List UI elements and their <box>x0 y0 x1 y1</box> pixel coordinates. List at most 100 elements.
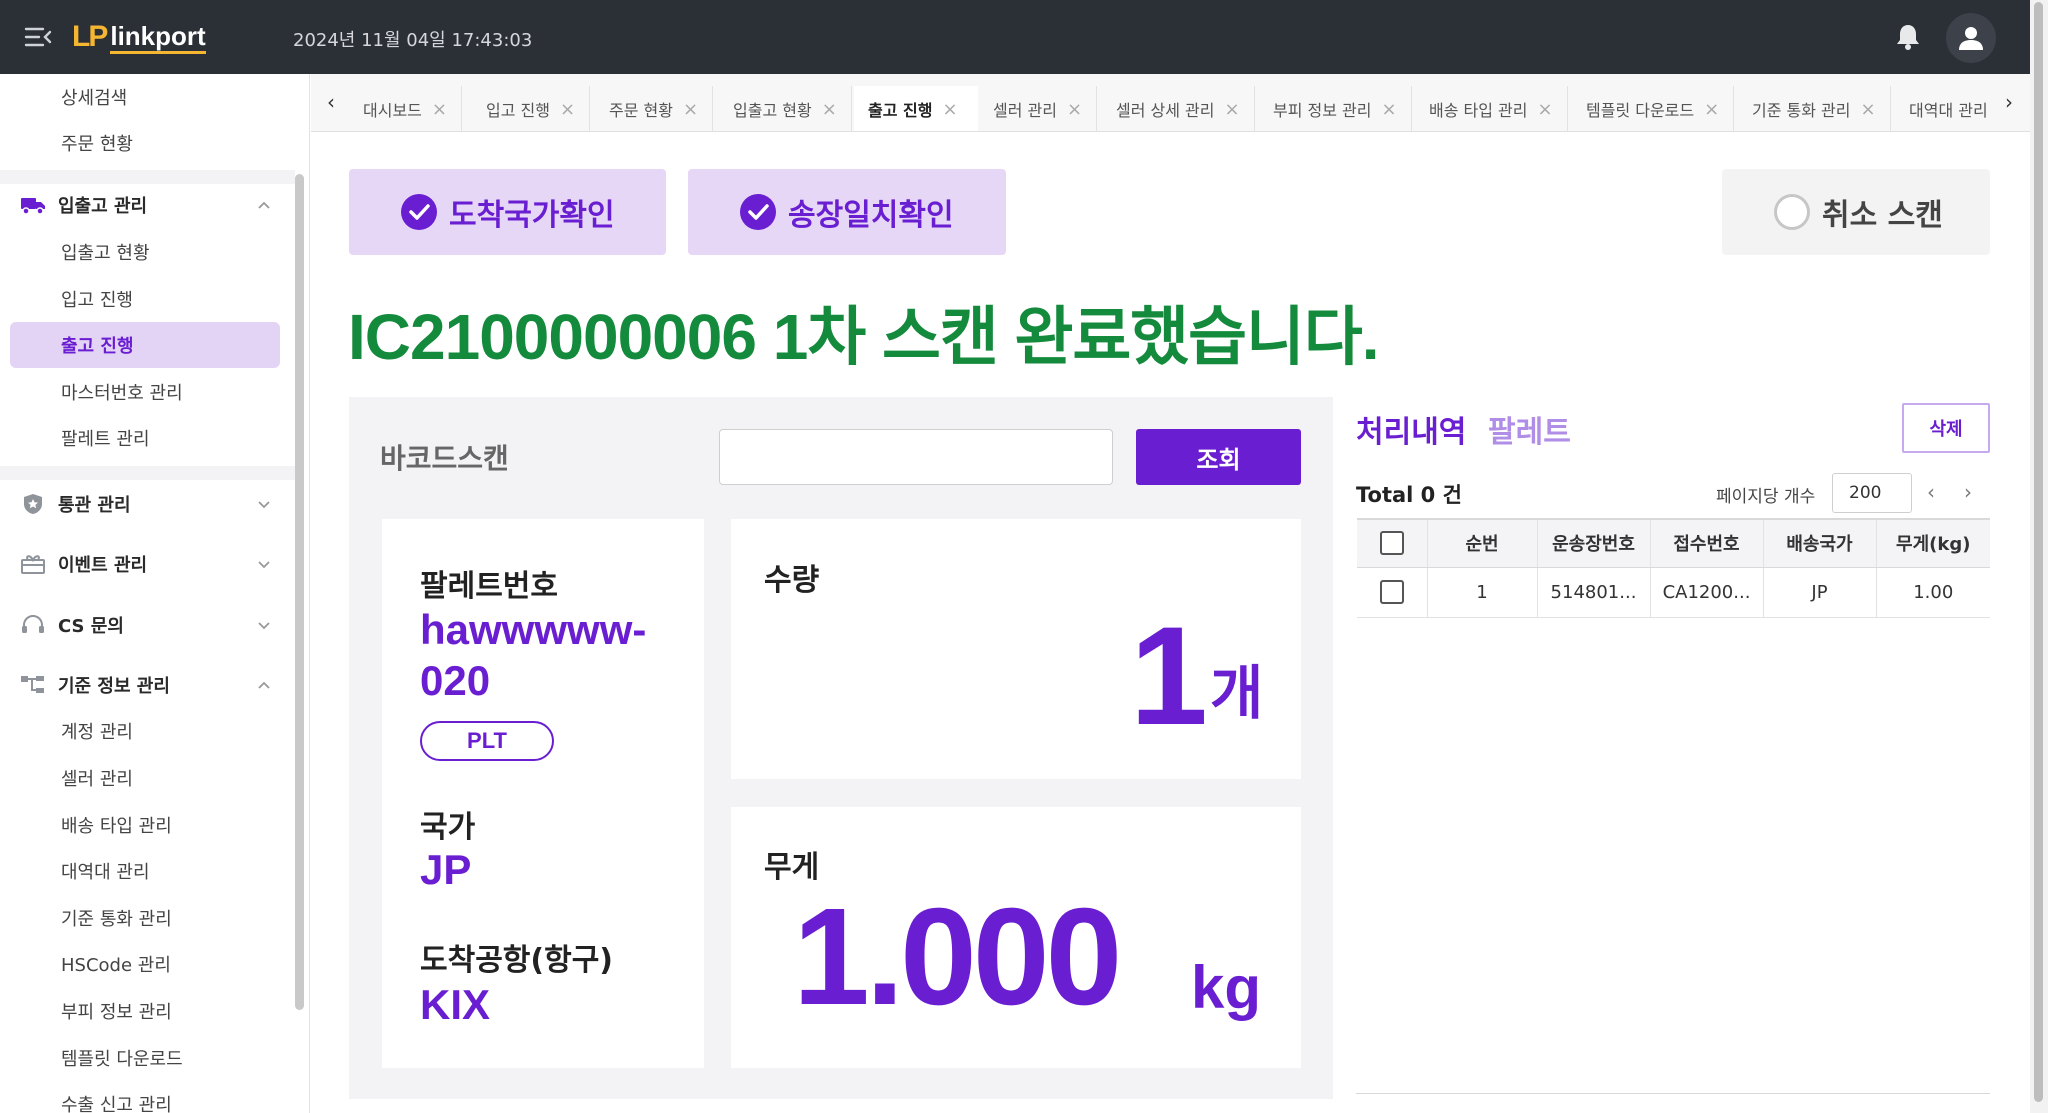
close-icon[interactable]: × <box>1225 99 1240 120</box>
tab-label: 대역대 관리 <box>1909 101 1988 120</box>
tab-base-currency[interactable]: 기준 통화 관리 × <box>1734 86 1891 131</box>
tab-seller-detail[interactable]: 셀러 상세 관리 × <box>1098 86 1255 131</box>
sidebar-item-accounts[interactable]: 계정 관리 <box>0 708 295 754</box>
tab-label: 배송 타입 관리 <box>1429 101 1528 120</box>
tab-dashboard[interactable]: 대시보드 × <box>345 86 462 131</box>
select-all-checkbox[interactable] <box>1379 531 1404 556</box>
sidebar-item-volume-info[interactable]: 부피 정보 관리 <box>0 988 295 1034</box>
tab-scroll-right-icon[interactable]: › <box>1999 90 2019 114</box>
row-checkbox[interactable] <box>1379 580 1404 604</box>
tab-outbound[interactable]: 출고 진행 × <box>854 86 978 131</box>
cancel-scan-button[interactable]: 취소 스캔 <box>1722 169 1990 255</box>
headset-icon <box>20 614 46 636</box>
check-circle-icon <box>740 194 776 230</box>
lookup-button[interactable]: 조회 <box>1136 429 1301 485</box>
tab-inbound[interactable]: 입고 진행 × <box>468 86 591 131</box>
close-icon[interactable]: × <box>1704 99 1719 120</box>
window-scrollbar[interactable] <box>2030 0 2048 1113</box>
tab-order-status[interactable]: 주문 현황 × <box>591 86 714 131</box>
column-header[interactable]: 무게(kg) <box>1876 518 1990 568</box>
sidebar-item-detail-search[interactable]: 상세검색 <box>0 74 295 120</box>
table-bottom-divider <box>1356 1093 1990 1094</box>
sidebar-item-bands[interactable]: 대역대 관리 <box>0 848 295 894</box>
delete-button[interactable]: 삭제 <box>1902 403 1990 453</box>
logo-text: linkport <box>110 21 206 54</box>
select-all-cell <box>1357 518 1428 568</box>
chevron-up-icon <box>257 196 271 210</box>
close-icon[interactable]: × <box>683 99 698 120</box>
sidebar-item-pallet[interactable]: 팔레트 관리 <box>0 415 295 461</box>
close-icon[interactable]: × <box>1538 99 1553 120</box>
quantity-value: 1 <box>1130 597 1208 754</box>
tab-template-download[interactable]: 템플릿 다운로드 × <box>1568 86 1735 131</box>
quantity-label: 수량 <box>764 563 820 598</box>
sidebar-item-outbound[interactable]: 출고 진행 <box>10 322 280 368</box>
sidebar-group-label: 기준 정보 관리 <box>58 676 170 697</box>
close-icon[interactable]: × <box>1067 99 1082 120</box>
column-header[interactable]: 접수번호 <box>1650 518 1764 568</box>
sidebar-item-hscode[interactable]: HSCode 관리 <box>0 941 295 987</box>
sidebar-group-cs[interactable]: CS 문의 <box>0 600 295 650</box>
tab-label: 셀러 관리 <box>993 101 1057 120</box>
sidebar-group-label: 입출고 관리 <box>58 196 148 217</box>
barcode-input[interactable] <box>719 429 1113 485</box>
column-header[interactable]: 운송장번호 <box>1537 518 1651 568</box>
tab-volume-info[interactable]: 부피 정보 관리 × <box>1255 86 1412 131</box>
chevron-down-icon <box>257 616 271 630</box>
country-label: 국가 <box>420 810 476 845</box>
per-page-select[interactable]: 200 <box>1832 473 1912 513</box>
sidebar-item-sellers[interactable]: 셀러 관리 <box>0 755 295 801</box>
sidebar-item-inout-status[interactable]: 입출고 현황 <box>0 229 295 275</box>
next-page-icon[interactable]: › <box>1957 478 1979 506</box>
per-page-label: 페이지당 개수 <box>1716 487 1816 507</box>
sidebar-item-export-declaration[interactable]: 수출 신고 관리 <box>0 1081 295 1113</box>
tab-seller[interactable]: 셀러 관리 × <box>975 86 1098 131</box>
tab-scroll-left-icon[interactable]: ‹ <box>321 90 341 114</box>
column-header[interactable]: 배송국가 <box>1763 518 1877 568</box>
close-icon[interactable]: × <box>1861 99 1876 120</box>
close-icon[interactable]: × <box>822 99 837 120</box>
user-avatar-button[interactable] <box>1946 13 1996 63</box>
tab-inout-status[interactable]: 입출고 현황 × <box>715 86 852 131</box>
sidebar-group-master-data[interactable]: 기준 정보 관리 <box>0 660 295 710</box>
sidebar-group-label: 이벤트 관리 <box>58 555 148 576</box>
table-row[interactable]: 1 514801... CA1200... JP 1.00 <box>1357 567 1990 618</box>
sidebar-group-customs[interactable]: 통관 관리 <box>0 479 295 529</box>
tab-processing-history[interactable]: 처리내역 <box>1356 407 1466 451</box>
arrival-country-check-button[interactable]: 도착국가확인 <box>349 169 666 255</box>
barcode-scan-label: 바코드스캔 <box>380 442 509 475</box>
bell-icon[interactable] <box>1894 22 1922 52</box>
sidebar-divider <box>0 466 295 480</box>
scan-result-message: IC2100000006 1차 스캔 완료했습니다. <box>348 301 1380 373</box>
receipt-cell: CA1200... <box>1650 567 1764 618</box>
weight-cell: 1.00 <box>1876 567 1990 618</box>
tab-label: 주문 현황 <box>609 101 673 120</box>
close-icon[interactable]: × <box>942 99 957 120</box>
sidebar-item-base-currency[interactable]: 기준 통화 관리 <box>0 895 295 941</box>
close-icon[interactable]: × <box>1382 99 1397 120</box>
sidebar-scrollbar[interactable] <box>295 174 304 1010</box>
tab-shipping-type[interactable]: 배송 타입 관리 × <box>1411 86 1568 131</box>
sidebar-item-template-download[interactable]: 템플릿 다운로드 <box>0 1035 295 1081</box>
prev-page-icon[interactable]: ‹ <box>1920 478 1942 506</box>
column-header[interactable]: 순번 <box>1427 518 1538 568</box>
close-icon[interactable]: × <box>560 99 575 120</box>
invoice-match-check-button[interactable]: 송장일치확인 <box>688 169 1006 255</box>
tab-pallet-list[interactable]: 팔레트 <box>1488 407 1571 451</box>
window-scrollbar-thumb[interactable] <box>2034 2 2043 1102</box>
linkport-logo[interactable]: LP linkport <box>72 18 206 56</box>
arrival-airport-value: KIX <box>420 981 491 1028</box>
tab-label: 셀러 상세 관리 <box>1116 101 1215 120</box>
tab-bands[interactable]: 대역대 관리 <box>1891 86 2002 131</box>
close-icon[interactable]: × <box>432 99 447 120</box>
sidebar: 상세검색 주문 현황 입출고 관리 입출고 현황 입고 진행 출고 진행 마스터… <box>0 74 310 1113</box>
sidebar-item-shipping-types[interactable]: 배송 타입 관리 <box>0 802 295 848</box>
sidebar-item-order-status[interactable]: 주문 현황 <box>0 120 295 166</box>
menu-collapse-icon[interactable] <box>24 24 52 50</box>
sidebar-item-inbound[interactable]: 입고 진행 <box>0 276 295 322</box>
waybill-cell: 514801... <box>1537 567 1651 618</box>
sidebar-item-master-number[interactable]: 마스터번호 관리 <box>0 369 295 415</box>
sidebar-group-inout[interactable]: 입출고 관리 <box>0 180 295 230</box>
country-cell: JP <box>1763 567 1877 618</box>
sidebar-group-event[interactable]: 이벤트 관리 <box>0 539 295 589</box>
